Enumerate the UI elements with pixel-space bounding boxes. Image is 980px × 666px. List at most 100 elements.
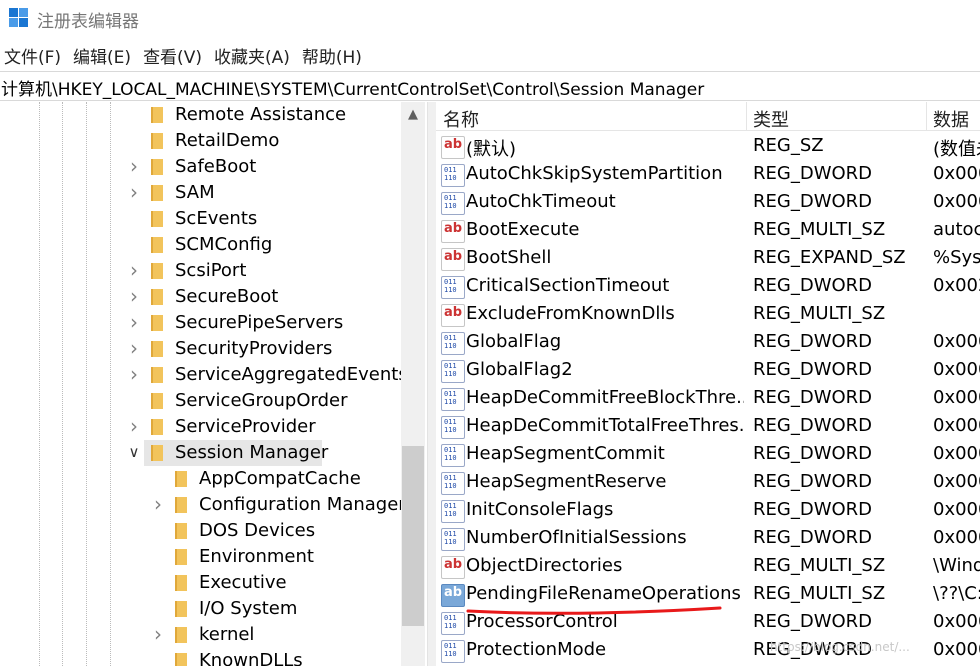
binary-value-icon <box>441 612 465 635</box>
chevron-right-icon[interactable]: › <box>126 156 142 176</box>
value-data: 0x000 <box>933 499 980 520</box>
tree-item[interactable]: › SecurePipeServers <box>0 310 400 336</box>
tree-item[interactable]: › SAM <box>0 180 400 206</box>
list-item[interactable]: InitConsoleFlags REG_DWORD 0x000 <box>436 496 980 524</box>
tree-item-label: I/O System <box>199 598 298 619</box>
menu-item-4[interactable]: 帮助(H) <box>298 40 368 68</box>
tree-item[interactable]: RetailDemo <box>0 128 400 154</box>
tree-item[interactable]: › kernel <box>0 622 400 648</box>
tree-item[interactable]: SCMConfig <box>0 232 400 258</box>
tree-item[interactable]: AppCompatCache <box>0 466 400 492</box>
value-type: REG_MULTI_SZ <box>753 303 886 324</box>
tree-item[interactable]: › ServiceProvider <box>0 414 400 440</box>
tree-item-label: DOS Devices <box>199 520 316 541</box>
folder-icon <box>151 107 163 123</box>
menu-bar: 文件(F) 编辑(E) 查看(V) 收藏夹(A) 帮助(H) <box>0 40 980 68</box>
tree-item-label: Environment <box>199 546 314 567</box>
tree-item-label: ScEvents <box>175 208 258 229</box>
list-item[interactable]: HeapSegmentReserve REG_DWORD 0x000 <box>436 468 980 496</box>
value-type: REG_DWORD <box>753 191 873 212</box>
folder-icon <box>151 211 163 227</box>
folder-icon <box>175 549 187 565</box>
tree-item-label: Configuration Manager <box>199 494 406 515</box>
tree-item-label: SAM <box>175 182 215 203</box>
value-data: 0x000 <box>933 331 980 352</box>
value-name: ExcludeFromKnownDlls <box>466 303 675 324</box>
tree-item[interactable]: ServiceGroupOrder <box>0 388 400 414</box>
values-list[interactable]: 名称 类型 数据 (默认)REG_SZ(数值未AutoChkSkipSystem… <box>436 102 980 666</box>
folder-icon <box>175 601 187 617</box>
tree-item[interactable]: › Configuration Manager <box>0 492 406 518</box>
menu-item-1[interactable]: 编辑(E) <box>69 40 137 68</box>
list-item[interactable]: HeapSegmentCommit REG_DWORD 0x000 <box>436 440 980 468</box>
tree-item-label: SecurityProviders <box>175 338 333 359</box>
chevron-right-icon[interactable]: › <box>126 312 142 332</box>
chevron-right-icon[interactable]: › <box>126 338 142 358</box>
list-item[interactable]: BootExecute REG_MULTI_SZ autoc <box>436 216 980 244</box>
value-data: 0x000 <box>933 359 980 380</box>
list-item[interactable]: HeapDeCommitTotalFreeThres... REG_DWORD 0x… <box>436 412 980 440</box>
chevron-right-icon[interactable]: › <box>150 624 166 644</box>
menu-item-2[interactable]: 查看(V) <box>139 40 208 68</box>
tree-item[interactable]: Executive <box>0 570 400 596</box>
column-name-header[interactable]: 名称 <box>443 106 479 132</box>
binary-value-icon <box>441 276 465 299</box>
tree-item[interactable]: DOS Devices <box>0 518 400 544</box>
tree-item[interactable]: ∨ Session Manager <box>0 440 400 466</box>
binary-value-icon <box>441 472 465 495</box>
address-path[interactable]: 计算机\HKEY_LOCAL_MACHINE\SYSTEM\CurrentCon… <box>1 75 704 100</box>
address-bar[interactable]: 计算机\HKEY_LOCAL_MACHINE\SYSTEM\CurrentCon… <box>0 71 980 101</box>
scroll-thumb[interactable] <box>402 446 424 626</box>
tree-item[interactable]: Environment <box>0 544 400 570</box>
tree-item[interactable]: ScEvents <box>0 206 400 232</box>
list-item[interactable]: GlobalFlag REG_DWORD 0x000 <box>436 328 980 356</box>
list-item[interactable]: ObjectDirectories REG_MULTI_SZ \Wind <box>436 552 980 580</box>
list-item[interactable]: AutoChkTimeout REG_DWORD 0x000 <box>436 188 980 216</box>
chevron-right-icon[interactable]: › <box>150 494 166 514</box>
chevron-right-icon[interactable]: › <box>126 286 142 306</box>
column-type-header[interactable]: 类型 <box>753 106 789 132</box>
list-item[interactable]: ExcludeFromKnownDlls REG_MULTI_SZ <box>436 300 980 328</box>
list-item[interactable]: HeapDeCommitFreeBlockThre... REG_DWORD 0x0… <box>436 384 980 412</box>
binary-value-icon <box>441 444 465 467</box>
tree-item[interactable]: › ServiceAggregatedEvents <box>0 362 408 388</box>
tree-scrollbar[interactable]: ▲ <box>401 102 425 666</box>
chevron-right-icon[interactable]: › <box>126 416 142 436</box>
tree-item[interactable]: › SafeBoot <box>0 154 400 180</box>
folder-icon <box>151 367 163 383</box>
folder-icon <box>151 419 163 435</box>
tree-item[interactable]: KnownDLLs <box>0 648 400 666</box>
key-tree[interactable]: Remote Assistance RetailDemo › SafeBoot › SAM… <box>0 102 426 666</box>
menu-item-0[interactable]: 文件(F) <box>0 40 67 68</box>
tree-item[interactable]: Remote Assistance <box>0 102 400 128</box>
string-value-icon <box>441 584 465 607</box>
list-item[interactable]: GlobalFlag2 REG_DWORD 0x000 <box>436 356 980 384</box>
tree-item[interactable]: I/O System <box>0 596 400 622</box>
chevron-right-icon[interactable]: › <box>126 182 142 202</box>
tree-item[interactable]: › ScsiPort <box>0 258 400 284</box>
scroll-up-arrow-icon[interactable]: ▲ <box>405 108 421 122</box>
tree-item[interactable]: › SecureBoot <box>0 284 400 310</box>
column-data-header[interactable]: 数据 <box>933 106 969 132</box>
chevron-right-icon[interactable]: › <box>126 364 142 384</box>
value-data: 0x002 <box>933 275 980 296</box>
list-item[interactable]: CriticalSectionTimeout REG_DWORD 0x002 <box>436 272 980 300</box>
value-type: REG_DWORD <box>753 443 873 464</box>
watermark: https://blog.csdn.net/... <box>770 640 910 654</box>
chevron-right-icon[interactable]: › <box>126 260 142 280</box>
list-item[interactable]: NumberOfInitialSessions REG_DWORD 0x000 <box>436 524 980 552</box>
list-item[interactable]: AutoChkSkipSystemPartition REG_DWORD 0x000 <box>436 160 980 188</box>
string-value-icon <box>441 220 465 243</box>
title-bar: 注册表编辑器 <box>0 0 980 36</box>
list-item[interactable]: BootShell REG_EXPAND_SZ %Syst <box>436 244 980 272</box>
list-item[interactable]: (默认) REG_SZ (数值未 <box>436 132 980 160</box>
chevron-down-icon[interactable]: ∨ <box>126 442 142 462</box>
tree-item[interactable]: › SecurityProviders <box>0 336 400 362</box>
value-type: REG_DWORD <box>753 415 873 436</box>
menu-item-3[interactable]: 收藏夹(A) <box>210 40 296 68</box>
value-name: InitConsoleFlags <box>466 499 614 520</box>
folder-icon <box>175 497 187 513</box>
tree-item-label: RetailDemo <box>175 130 280 151</box>
tree-item-label: ServiceProvider <box>175 416 316 437</box>
folder-icon <box>151 133 163 149</box>
